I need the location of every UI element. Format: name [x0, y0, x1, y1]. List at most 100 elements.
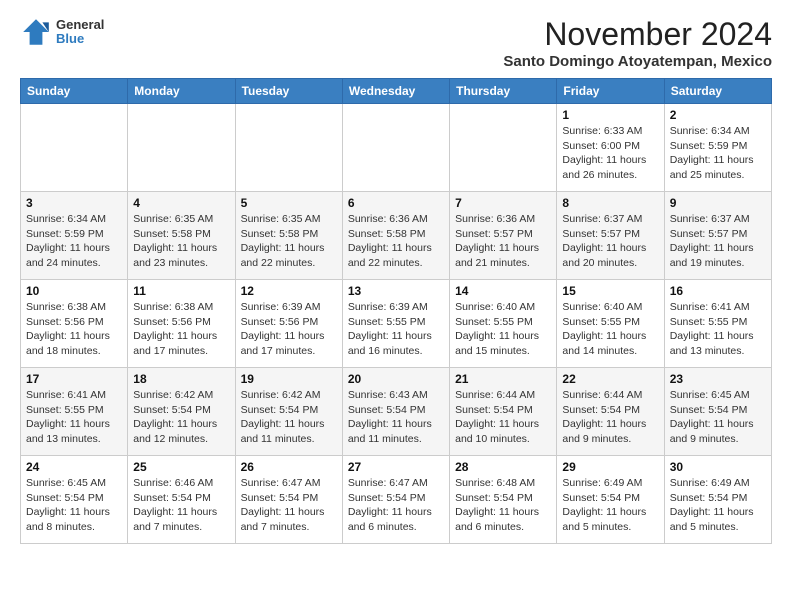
day-info: Sunrise: 6:36 AM Sunset: 5:58 PM Dayligh… — [348, 212, 444, 271]
calendar-day-cell: 20 Sunrise: 6:43 AM Sunset: 5:54 PM Dayli… — [342, 368, 449, 456]
calendar-week-row: 17Sunrise: 6:41 AM Sunset: 5:55 PM Dayli… — [21, 368, 772, 456]
day-info: Sunrise: 6:35 AM Sunset: 5:58 PM Dayligh… — [241, 212, 337, 271]
day-number: 18 — [133, 372, 229, 386]
day-info: Sunrise: 6:49 AM Sunset: 5:54 PM Dayligh… — [562, 476, 658, 535]
day-number: 12 — [241, 284, 337, 298]
calendar-day-cell: 7Sunrise: 6:36 AM Sunset: 5:57 PM Daylig… — [450, 192, 557, 280]
day-info: Sunrise: 6:39 AM Sunset: 5:55 PM Dayligh… — [348, 300, 444, 359]
weekday-header: Tuesday — [235, 79, 342, 104]
day-number: 27 — [348, 460, 444, 474]
day-number: 14 — [455, 284, 551, 298]
day-info: Sunrise: 6:41 AM Sunset: 5:55 PM Dayligh… — [26, 388, 122, 447]
day-info: Sunrise: 6:49 AM Sunset: 5:54 PM Dayligh… — [670, 476, 766, 535]
calendar-day-cell: 16Sunrise: 6:41 AM Sunset: 5:55 PM Dayli… — [664, 280, 771, 368]
calendar-day-cell: 23 Sunrise: 6:45 AM Sunset: 5:54 PM Dayli… — [664, 368, 771, 456]
day-info: Sunrise: 6:43 AM Sunset: 5:54 PM Dayligh… — [348, 388, 444, 447]
day-info: Sunrise: 6:44 AM Sunset: 5:54 PM Dayligh… — [562, 388, 658, 447]
calendar-day-cell: 5 Sunrise: 6:35 AM Sunset: 5:58 PM Daylig… — [235, 192, 342, 280]
calendar-day-cell: 10 Sunrise: 6:38 AM Sunset: 5:56 PM Dayli… — [21, 280, 128, 368]
calendar-day-cell: 27Sunrise: 6:47 AM Sunset: 5:54 PM Dayli… — [342, 456, 449, 544]
day-number: 28 — [455, 460, 551, 474]
day-info: Sunrise: 6:45 AM Sunset: 5:54 PM Dayligh… — [26, 476, 122, 535]
calendar-day-cell — [450, 104, 557, 192]
day-info: Sunrise: 6:37 AM Sunset: 5:57 PM Dayligh… — [562, 212, 658, 271]
day-number: 10 — [26, 284, 122, 298]
day-info: Sunrise: 6:33 AM Sunset: 6:00 PM Dayligh… — [562, 124, 658, 183]
day-number: 3 — [26, 196, 122, 210]
calendar-week-row: 10 Sunrise: 6:38 AM Sunset: 5:56 PM Dayli… — [21, 280, 772, 368]
calendar-day-cell: 9Sunrise: 6:37 AM Sunset: 5:57 PM Daylig… — [664, 192, 771, 280]
weekday-header: Sunday — [21, 79, 128, 104]
calendar-day-cell: 12 Sunrise: 6:39 AM Sunset: 5:56 PM Dayli… — [235, 280, 342, 368]
calendar-day-cell: 19Sunrise: 6:42 AM Sunset: 5:54 PM Dayli… — [235, 368, 342, 456]
day-number: 15 — [562, 284, 658, 298]
day-number: 22 — [562, 372, 658, 386]
calendar-day-cell — [128, 104, 235, 192]
calendar-day-cell: 30 Sunrise: 6:49 AM Sunset: 5:54 PM Dayli… — [664, 456, 771, 544]
day-info: Sunrise: 6:48 AM Sunset: 5:54 PM Dayligh… — [455, 476, 551, 535]
day-number: 4 — [133, 196, 229, 210]
calendar-day-cell: 13 Sunrise: 6:39 AM Sunset: 5:55 PM Dayli… — [342, 280, 449, 368]
day-number: 26 — [241, 460, 337, 474]
calendar-day-cell: 8 Sunrise: 6:37 AM Sunset: 5:57 PM Daylig… — [557, 192, 664, 280]
calendar-day-cell: 1 Sunrise: 6:33 AM Sunset: 6:00 PM Daylig… — [557, 104, 664, 192]
day-info: Sunrise: 6:35 AM Sunset: 5:58 PM Dayligh… — [133, 212, 229, 271]
calendar-title: November 2024 — [503, 16, 772, 53]
day-number: 19 — [241, 372, 337, 386]
calendar-day-cell: 28 Sunrise: 6:48 AM Sunset: 5:54 PM Dayli… — [450, 456, 557, 544]
calendar-table: SundayMondayTuesdayWednesdayThursdayFrid… — [20, 78, 772, 544]
day-number: 13 — [348, 284, 444, 298]
day-info: Sunrise: 6:44 AM Sunset: 5:54 PM Dayligh… — [455, 388, 551, 447]
day-info: Sunrise: 6:42 AM Sunset: 5:54 PM Dayligh… — [133, 388, 229, 447]
day-number: 8 — [562, 196, 658, 210]
calendar-week-row: 24 Sunrise: 6:45 AM Sunset: 5:54 PM Dayli… — [21, 456, 772, 544]
title-block: November 2024 Santo Domingo Atoyatempan,… — [503, 16, 772, 70]
day-number: 20 — [348, 372, 444, 386]
day-info: Sunrise: 6:39 AM Sunset: 5:56 PM Dayligh… — [241, 300, 337, 359]
calendar-day-cell: 25 Sunrise: 6:46 AM Sunset: 5:54 PM Dayli… — [128, 456, 235, 544]
logo-line2: Blue — [56, 32, 104, 46]
calendar-day-cell: 17Sunrise: 6:41 AM Sunset: 5:55 PM Dayli… — [21, 368, 128, 456]
calendar-day-cell — [342, 104, 449, 192]
weekday-header: Friday — [557, 79, 664, 104]
day-info: Sunrise: 6:34 AM Sunset: 5:59 PM Dayligh… — [670, 124, 766, 183]
calendar-day-cell: 18 Sunrise: 6:42 AM Sunset: 5:54 PM Dayli… — [128, 368, 235, 456]
calendar-body: 1 Sunrise: 6:33 AM Sunset: 6:00 PM Daylig… — [21, 104, 772, 544]
day-number: 9 — [670, 196, 766, 210]
day-info: Sunrise: 6:41 AM Sunset: 5:55 PM Dayligh… — [670, 300, 766, 359]
day-number: 30 — [670, 460, 766, 474]
day-number: 5 — [241, 196, 337, 210]
day-number: 1 — [562, 108, 658, 122]
day-info: Sunrise: 6:38 AM Sunset: 5:56 PM Dayligh… — [26, 300, 122, 359]
weekday-header: Wednesday — [342, 79, 449, 104]
weekday-header: Thursday — [450, 79, 557, 104]
day-info: Sunrise: 6:46 AM Sunset: 5:54 PM Dayligh… — [133, 476, 229, 535]
day-info: Sunrise: 6:45 AM Sunset: 5:54 PM Dayligh… — [670, 388, 766, 447]
day-number: 21 — [455, 372, 551, 386]
day-number: 24 — [26, 460, 122, 474]
logo: General Blue — [20, 16, 104, 48]
calendar-day-cell: 26 Sunrise: 6:47 AM Sunset: 5:54 PM Dayli… — [235, 456, 342, 544]
calendar-day-cell — [21, 104, 128, 192]
page-header: General Blue November 2024 Santo Domingo… — [20, 16, 772, 70]
day-number: 11 — [133, 284, 229, 298]
logo-icon — [20, 16, 52, 48]
logo-line1: General — [56, 18, 104, 32]
calendar-day-cell: 21 Sunrise: 6:44 AM Sunset: 5:54 PM Dayli… — [450, 368, 557, 456]
calendar-header-row: SundayMondayTuesdayWednesdayThursdayFrid… — [21, 79, 772, 104]
calendar-day-cell: 24 Sunrise: 6:45 AM Sunset: 5:54 PM Dayli… — [21, 456, 128, 544]
day-number: 23 — [670, 372, 766, 386]
day-info: Sunrise: 6:47 AM Sunset: 5:54 PM Dayligh… — [241, 476, 337, 535]
day-number: 25 — [133, 460, 229, 474]
calendar-week-row: 1 Sunrise: 6:33 AM Sunset: 6:00 PM Daylig… — [21, 104, 772, 192]
calendar-day-cell: 6 Sunrise: 6:36 AM Sunset: 5:58 PM Daylig… — [342, 192, 449, 280]
day-info: Sunrise: 6:34 AM Sunset: 5:59 PM Dayligh… — [26, 212, 122, 271]
weekday-header: Monday — [128, 79, 235, 104]
calendar-day-cell — [235, 104, 342, 192]
calendar-day-cell: 2Sunrise: 6:34 AM Sunset: 5:59 PM Daylig… — [664, 104, 771, 192]
day-number: 29 — [562, 460, 658, 474]
logo-text: General Blue — [56, 18, 104, 47]
day-number: 7 — [455, 196, 551, 210]
day-number: 6 — [348, 196, 444, 210]
day-info: Sunrise: 6:40 AM Sunset: 5:55 PM Dayligh… — [562, 300, 658, 359]
